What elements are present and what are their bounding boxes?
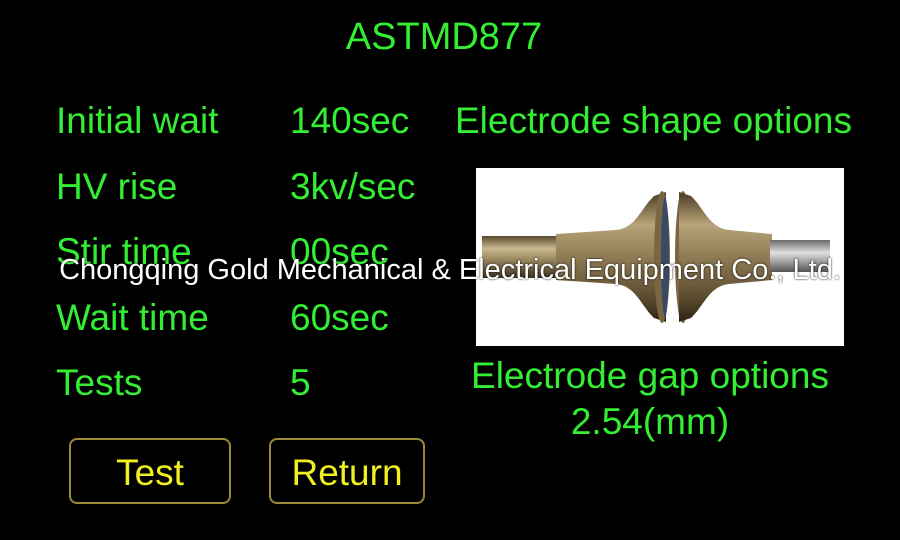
electrode-gap-heading: Electrode gap options <box>471 355 829 396</box>
tests-label: Tests <box>56 362 143 403</box>
tests-value[interactable]: 5 <box>290 361 311 405</box>
mushroom-electrode-pair-photo <box>476 168 844 346</box>
wait-time-label: Wait time <box>56 297 209 338</box>
wait-time-value[interactable]: 60sec <box>290 296 389 340</box>
return-button[interactable]: Return <box>269 438 425 504</box>
electrode-shape-heading: Electrode shape options <box>455 100 852 141</box>
test-button[interactable]: Test <box>69 438 231 504</box>
stir-time-value[interactable]: 00sec <box>290 230 389 274</box>
hv-rise-value[interactable]: 3kv/sec <box>290 165 415 209</box>
electrode-shape-image[interactable] <box>476 168 844 346</box>
test-settings-screen: ASTMD877 Initial wait 140sec HV rise 3kv… <box>0 0 900 540</box>
initial-wait-label: Initial wait <box>56 100 219 141</box>
electrode-gap-value[interactable]: 2.54(mm) <box>455 400 845 444</box>
screen-title: ASTMD877 <box>345 16 543 58</box>
stir-time-label: Stir time <box>56 231 192 272</box>
initial-wait-value[interactable]: 140sec <box>290 99 409 143</box>
hv-rise-label: HV rise <box>56 166 178 207</box>
